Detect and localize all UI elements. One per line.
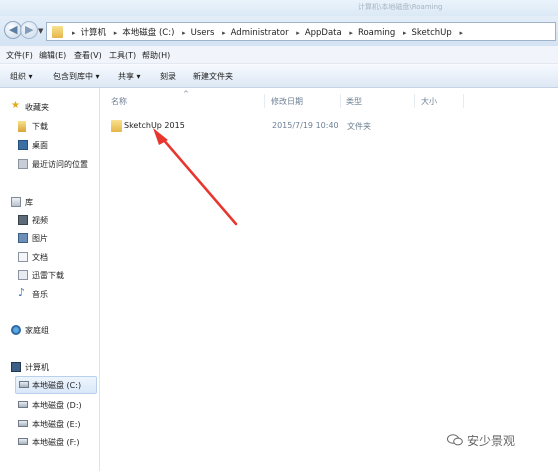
wechat-icon — [447, 434, 463, 446]
arrow-shaft — [160, 136, 238, 226]
watermark: 安少景观 — [447, 432, 515, 449]
annotation-arrow — [153, 128, 238, 226]
watermark-text: 安少景观 — [467, 434, 516, 448]
